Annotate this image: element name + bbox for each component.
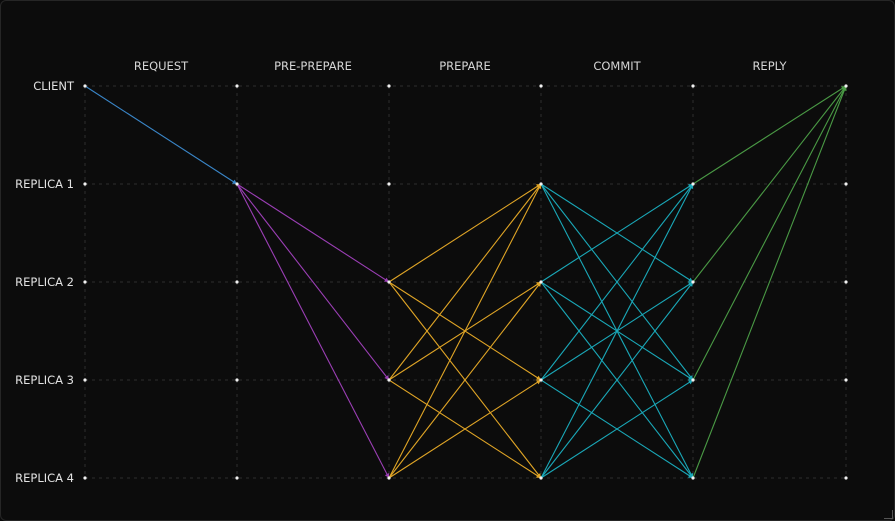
node-dot bbox=[691, 182, 695, 186]
node-label-replica-4: REPLICA 4 bbox=[15, 471, 74, 485]
node-dot bbox=[83, 84, 87, 88]
phase-label-reply: REPLY bbox=[752, 59, 787, 73]
node-dot bbox=[83, 280, 87, 284]
node-dot bbox=[235, 84, 239, 88]
node-dot bbox=[691, 476, 695, 480]
node-dot bbox=[844, 476, 848, 480]
node-dot bbox=[83, 182, 87, 186]
node-dot bbox=[235, 378, 239, 382]
node-dot bbox=[387, 182, 391, 186]
node-dot bbox=[844, 182, 848, 186]
node-dot bbox=[539, 84, 543, 88]
message-line-reply bbox=[692, 85, 847, 381]
node-label-replica-1: REPLICA 1 bbox=[15, 177, 74, 191]
node-dot bbox=[691, 280, 695, 284]
node-dot bbox=[844, 280, 848, 284]
phase-label-commit: COMMIT bbox=[593, 59, 641, 73]
node-dot bbox=[691, 378, 695, 382]
node-dot bbox=[387, 280, 391, 284]
node-dot bbox=[539, 280, 543, 284]
phase-label-prepare: PREPARE bbox=[439, 59, 491, 73]
resize-grip-icon[interactable] bbox=[884, 510, 893, 519]
node-dot bbox=[539, 378, 543, 382]
node-dot bbox=[691, 84, 695, 88]
node-dot bbox=[387, 378, 391, 382]
message-line-prepare bbox=[388, 183, 542, 381]
node-dot bbox=[83, 378, 87, 382]
node-dot bbox=[844, 378, 848, 382]
message-line-reply bbox=[692, 85, 847, 185]
node-dot bbox=[844, 84, 848, 88]
pbft-message-diagram: REQUEST PRE-PREPARE PREPARE COMMIT REPLY… bbox=[15, 59, 848, 485]
node-label-replica-3: REPLICA 3 bbox=[15, 373, 74, 387]
message-line-prepare bbox=[388, 183, 542, 479]
node-dot bbox=[83, 476, 87, 480]
node-labels: CLIENT REPLICA 1 REPLICA 2 REPLICA 3 REP… bbox=[15, 79, 75, 485]
phase-labels: REQUEST PRE-PREPARE PREPARE COMMIT REPLY bbox=[134, 59, 788, 73]
node-label-client: CLIENT bbox=[33, 79, 75, 93]
node-dot bbox=[235, 182, 239, 186]
node-label-replica-2: REPLICA 2 bbox=[15, 275, 74, 289]
phase-label-pre-prepare: PRE-PREPARE bbox=[274, 59, 352, 73]
node-dot bbox=[387, 476, 391, 480]
message-line-prepare bbox=[388, 183, 542, 283]
node-dot bbox=[387, 84, 391, 88]
node-dot bbox=[539, 182, 543, 186]
node-dot bbox=[539, 476, 543, 480]
message-line-pre-prepare bbox=[236, 183, 390, 479]
node-dot bbox=[235, 280, 239, 284]
message-line-pre-prepare bbox=[236, 183, 390, 283]
phase-label-request: REQUEST bbox=[134, 59, 189, 73]
node-dot bbox=[235, 476, 239, 480]
message-line-request bbox=[84, 85, 238, 185]
